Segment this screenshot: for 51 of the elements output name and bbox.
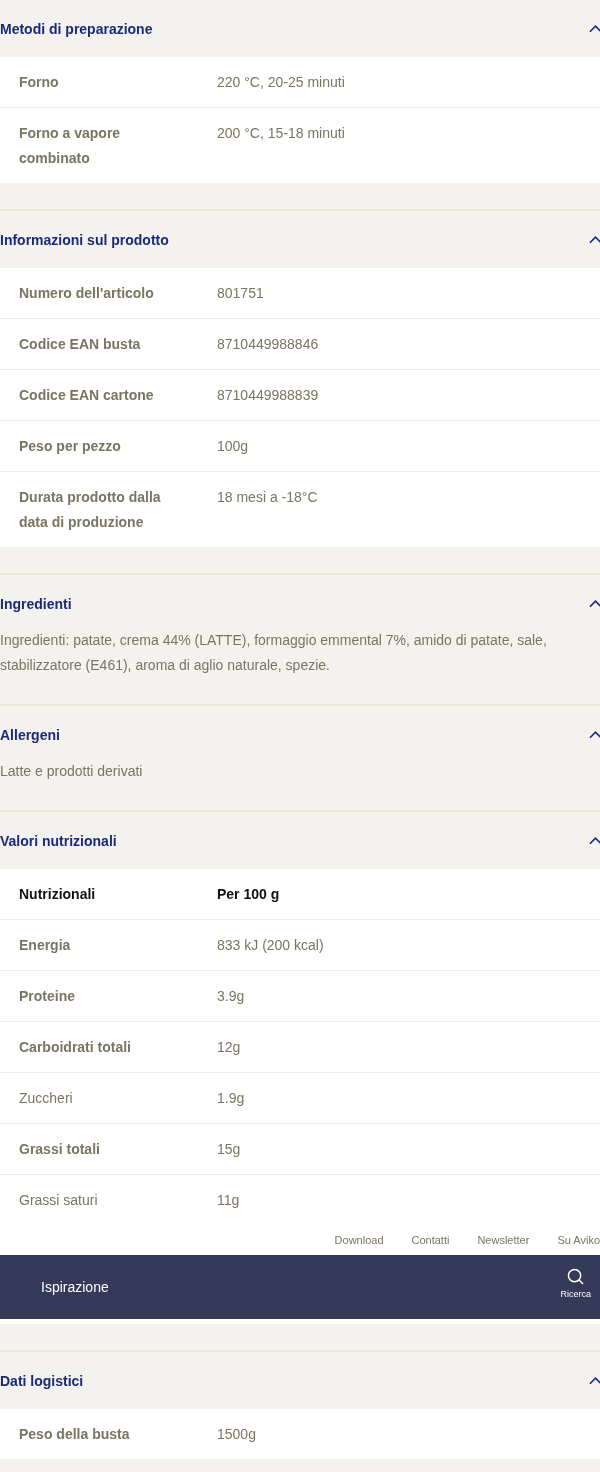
footer-link[interactable]: Su Aviko [557,1234,600,1246]
table-cell-text: Per 100 g [217,885,281,904]
table-cell-text: Forno a vapore combinato [19,124,122,168]
chevron-up-icon[interactable] [589,836,600,845]
table-cell-text: 833 kJ (200 kcal) [217,936,325,955]
table-cell-text: Energia [19,936,72,955]
table-cell-text: 11g [217,1191,241,1210]
section-title: Ingredienti [0,595,72,612]
chevron-up-icon[interactable] [589,730,600,739]
table-cell-text: Grassi totali [19,1140,101,1159]
section-text: Ingredienti: patate, crema 44% (LATTE), formaggio emmental 7%, amido di patate, sale, stabilizzatore (E461), aroma di aglio naturale, spezie. [0,631,548,675]
table-cell-text: 100g [217,437,250,456]
table-cell-text: 3.9g [217,987,246,1006]
table-cell-text: Durata prodotto dalla data di produzione [19,488,162,532]
table-cell-text: Nutrizionali [19,885,97,904]
chevron-up-icon[interactable] [589,1376,600,1385]
table-cell-text: Grassi saturi [19,1191,99,1210]
table-cell-text: Codice EAN busta [19,335,142,354]
table-cell-text: 801751 [217,284,265,303]
table-cell-text: 8710449988846 [217,335,320,354]
table-cell-text: 1.9g [217,1089,246,1108]
table-cell-text: Peso per pezzo [19,437,122,456]
table-cell-text: 1500g [217,1425,257,1444]
nav-link[interactable]: Ispirazione [41,1279,109,1295]
table-cell-text: 12g [217,1038,242,1057]
table-cell-text: 8710449988839 [217,386,320,405]
table-cell-text: 18 mesi a -18°C [217,488,319,507]
search-icon [567,1267,585,1285]
section-title: Informazioni sul prodotto [0,231,169,248]
chevron-up-icon[interactable] [589,235,600,244]
section-title: Valori nutrizionali [0,832,117,849]
search-button[interactable]: Ricerca [560,1267,591,1299]
table-cell-text: 200 °C, 15-18 minuti [217,124,346,143]
chevron-up-icon[interactable] [589,599,600,608]
section-title: Metodi di preparazione [0,20,153,37]
table-cell-text: Carboidrati totali [19,1038,132,1057]
footer-link[interactable]: Newsletter [477,1234,530,1246]
table-cell-text: Peso della busta [19,1425,131,1444]
table-cell-text: Forno [19,73,60,92]
section-text: Latte e prodotti derivati [0,762,144,781]
chevron-up-icon[interactable] [589,24,600,33]
table-cell-text: Numero dell'articolo [19,284,155,303]
table-cell-text: Proteine [19,987,76,1006]
footer-link[interactable]: Contatti [411,1234,450,1246]
section-title: Allergeni [0,726,60,743]
section-title: Dati logistici [0,1372,84,1389]
table-cell-text: 220 °C, 20-25 minuti [217,73,346,92]
table-cell-text: 15g [217,1140,242,1159]
table-cell-text: Codice EAN cartone [19,386,155,405]
table-cell-text: Zuccheri [19,1089,74,1108]
footer-link[interactable]: Download [334,1234,384,1246]
